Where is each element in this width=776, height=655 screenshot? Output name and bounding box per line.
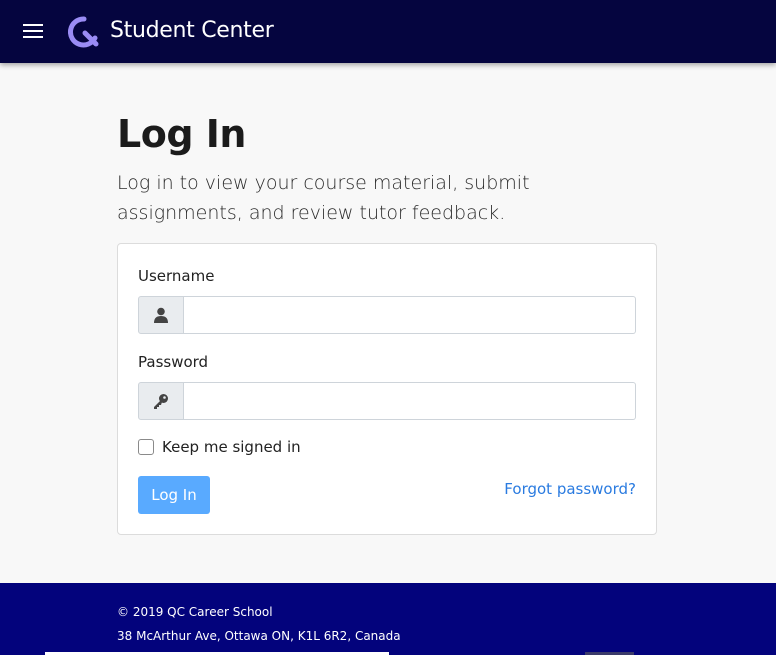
page-subtitle: Log in to view your course material, sub… (117, 172, 530, 224)
login-card: Username Password Keep me signed in Log … (117, 243, 657, 535)
app-title[interactable]: Student Center (110, 18, 274, 43)
keep-signed-in-label[interactable]: Keep me signed in (162, 438, 301, 456)
forgot-password-link[interactable]: Forgot password? (504, 480, 636, 498)
keep-signed-in-checkbox[interactable] (138, 439, 154, 455)
top-navbar: Student Center (0, 0, 776, 63)
qc-logo-icon[interactable] (68, 16, 100, 48)
keep-signed-in-row: Keep me signed in (138, 438, 301, 456)
username-input-group (138, 296, 636, 334)
hamburger-icon[interactable] (23, 24, 43, 40)
footer: © 2019 QC Career School 38 McArthur Ave,… (0, 583, 776, 655)
password-input[interactable] (184, 382, 636, 420)
password-input-group (138, 382, 636, 420)
username-label: Username (138, 267, 215, 285)
page-title: Log In (117, 112, 246, 156)
key-icon (138, 382, 184, 420)
password-label: Password (138, 353, 209, 371)
user-icon (138, 296, 184, 334)
footer-copyright: © 2019 QC Career School (117, 605, 273, 619)
footer-address: 38 McArthur Ave, Ottawa ON, K1L 6R2, Can… (117, 629, 401, 643)
login-button[interactable]: Log In (138, 476, 210, 514)
username-input[interactable] (184, 296, 636, 334)
